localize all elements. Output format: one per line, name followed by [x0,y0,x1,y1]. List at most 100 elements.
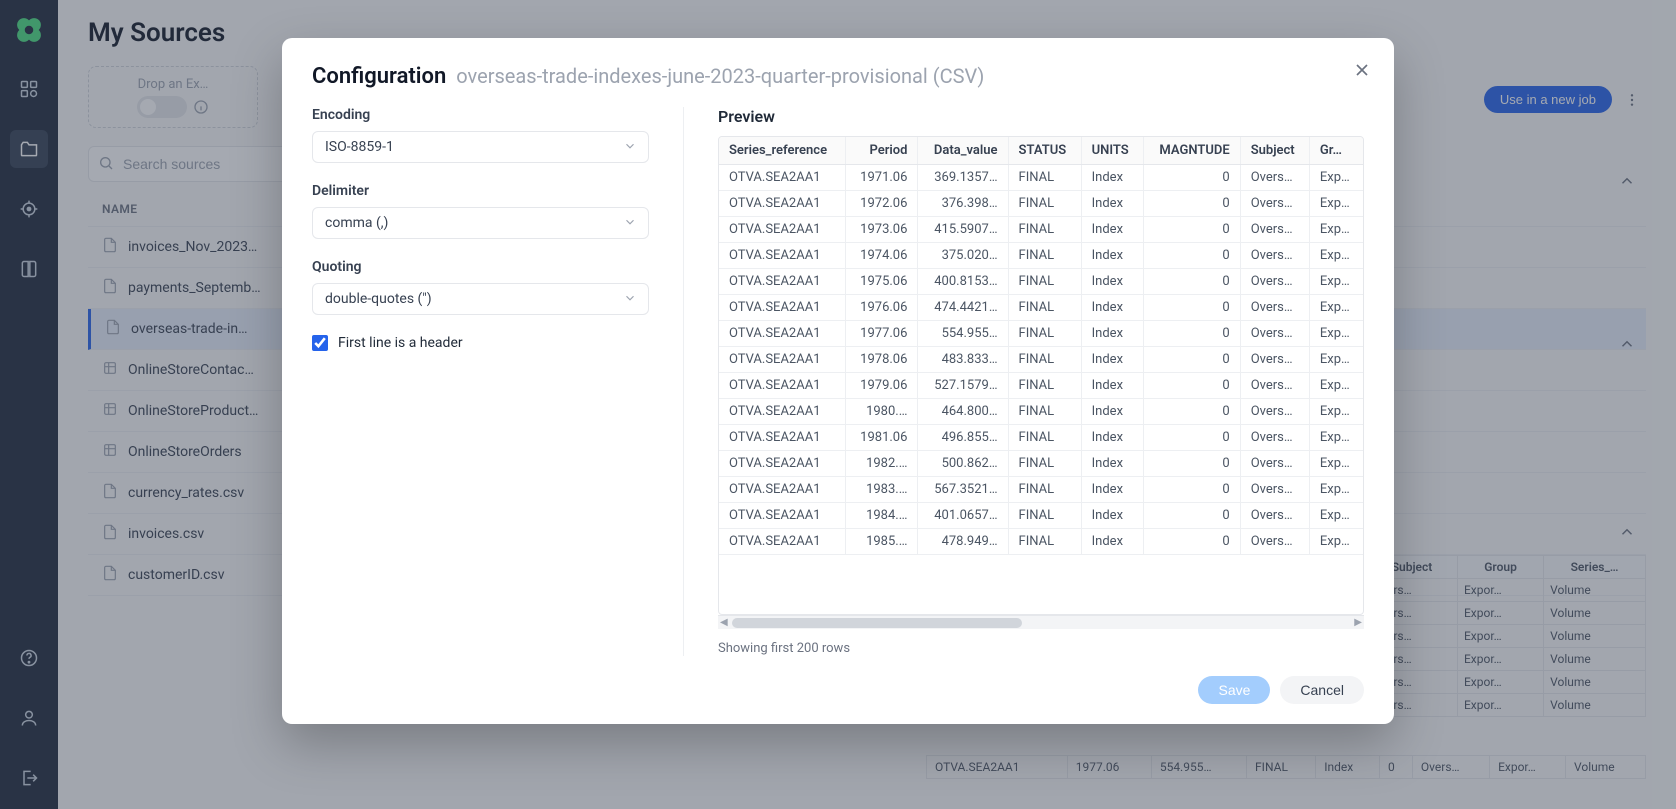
table-cell: 1981.06 [845,425,918,451]
config-form: Encoding ISO-8859-1 Delimiter comma (,) [312,107,684,656]
table-cell: 0 [1143,425,1240,451]
table-cell: 0 [1143,399,1240,425]
table-cell: Index [1081,477,1143,503]
table-cell: Overs… [1240,165,1309,191]
cancel-button[interactable]: Cancel [1280,676,1364,704]
table-cell: Overs… [1240,243,1309,269]
scroll-right-icon[interactable]: ▶ [1354,617,1362,628]
table-row[interactable]: OTVA.SEA2AA11985.…478.949…FINALIndex0Ove… [719,529,1363,555]
table-cell: Index [1081,529,1143,555]
table-cell: 1975.06 [845,269,918,295]
table-cell: OTVA.SEA2AA1 [719,191,845,217]
table-cell: FINAL [1008,503,1081,529]
table-header: Gr… [1309,137,1363,165]
table-cell: OTVA.SEA2AA1 [719,425,845,451]
table-row[interactable]: OTVA.SEA2AA11974.06375.020…FINALIndex0Ov… [719,243,1363,269]
delimiter-value: comma (,) [325,215,388,231]
table-row[interactable]: OTVA.SEA2AA11976.06474.4421…FINALIndex0O… [719,295,1363,321]
table-cell: OTVA.SEA2AA1 [719,217,845,243]
table-cell: FINAL [1008,425,1081,451]
table-cell: 0 [1143,321,1240,347]
table-row[interactable]: OTVA.SEA2AA11972.06376.398…FINALIndex0Ov… [719,191,1363,217]
table-cell: 375.020… [918,243,1008,269]
table-cell: Index [1081,347,1143,373]
table-header: Series_reference [719,137,845,165]
table-cell: 0 [1143,217,1240,243]
table-cell: 1973.06 [845,217,918,243]
table-row[interactable]: OTVA.SEA2AA11971.06369.1357…FINALIndex0O… [719,165,1363,191]
table-row[interactable]: OTVA.SEA2AA11979.06527.1579…FINALIndex0O… [719,373,1363,399]
delimiter-label: Delimiter [312,183,649,199]
scroll-left-icon[interactable]: ◀ [720,617,728,628]
table-cell: 0 [1143,191,1240,217]
table-header: UNITS [1081,137,1143,165]
table-cell: Exp… [1309,503,1363,529]
encoding-label: Encoding [312,107,649,123]
table-row[interactable]: OTVA.SEA2AA11973.06415.5907…FINALIndex0O… [719,217,1363,243]
preview-title: Preview [718,107,1364,126]
chevron-down-icon [623,291,637,309]
table-cell: Overs… [1240,451,1309,477]
table-cell: Index [1081,217,1143,243]
table-header: STATUS [1008,137,1081,165]
table-cell: Overs… [1240,529,1309,555]
table-cell: OTVA.SEA2AA1 [719,269,845,295]
close-icon[interactable] [1352,60,1372,84]
table-row[interactable]: OTVA.SEA2AA11975.06400.8153…FINALIndex0O… [719,269,1363,295]
table-cell: 464.800… [918,399,1008,425]
table-cell: Exp… [1309,373,1363,399]
table-cell: OTVA.SEA2AA1 [719,529,845,555]
preview-table-wrap[interactable]: Series_referencePeriodData_valueSTATUSUN… [718,136,1364,615]
table-cell: Exp… [1309,191,1363,217]
table-header: MAGNTUDE [1143,137,1240,165]
encoding-select[interactable]: ISO-8859-1 [312,131,649,163]
scroll-thumb[interactable] [732,618,1022,628]
table-cell: Index [1081,191,1143,217]
table-cell: Exp… [1309,451,1363,477]
first-line-header-label: First line is a header [338,335,463,351]
table-cell: 376.398… [918,191,1008,217]
modal-overlay: Configuration overseas-trade-indexes-jun… [0,0,1676,809]
table-cell: Index [1081,425,1143,451]
table-cell: FINAL [1008,295,1081,321]
table-cell: OTVA.SEA2AA1 [719,243,845,269]
table-cell: OTVA.SEA2AA1 [719,373,845,399]
table-cell: 415.5907… [918,217,1008,243]
table-cell: Index [1081,295,1143,321]
table-cell: 478.949… [918,529,1008,555]
table-cell: FINAL [1008,243,1081,269]
table-cell: Overs… [1240,217,1309,243]
first-line-header-checkbox[interactable] [312,335,328,351]
table-cell: Overs… [1240,295,1309,321]
table-cell: Exp… [1309,295,1363,321]
table-cell: FINAL [1008,217,1081,243]
table-row[interactable]: OTVA.SEA2AA11982.…500.862…FINALIndex0Ove… [719,451,1363,477]
table-cell: Exp… [1309,477,1363,503]
table-cell: Exp… [1309,243,1363,269]
table-cell: Exp… [1309,347,1363,373]
delimiter-select[interactable]: comma (,) [312,207,649,239]
table-row[interactable]: OTVA.SEA2AA11981.06496.855…FINALIndex0Ov… [719,425,1363,451]
table-row[interactable]: OTVA.SEA2AA11980.…464.800…FINALIndex0Ove… [719,399,1363,425]
table-row[interactable]: OTVA.SEA2AA11977.06554.955…FINALIndex0Ov… [719,321,1363,347]
table-cell: Exp… [1309,529,1363,555]
table-cell: Overs… [1240,425,1309,451]
table-cell: 1978.06 [845,347,918,373]
table-row[interactable]: OTVA.SEA2AA11978.06483.833…FINALIndex0Ov… [719,347,1363,373]
quoting-label: Quoting [312,259,649,275]
table-cell: Overs… [1240,373,1309,399]
table-row[interactable]: OTVA.SEA2AA11983.…567.3521…FINALIndex0Ov… [719,477,1363,503]
save-button[interactable]: Save [1198,676,1270,704]
table-cell: 400.8153… [918,269,1008,295]
table-cell: Index [1081,165,1143,191]
table-cell: OTVA.SEA2AA1 [719,165,845,191]
quoting-select[interactable]: double-quotes (") [312,283,649,315]
table-cell: Overs… [1240,477,1309,503]
table-cell: FINAL [1008,477,1081,503]
table-cell: Overs… [1240,399,1309,425]
table-cell: FINAL [1008,191,1081,217]
table-row[interactable]: OTVA.SEA2AA11984.…401.0657…FINALIndex0Ov… [719,503,1363,529]
table-cell: OTVA.SEA2AA1 [719,399,845,425]
table-cell: 401.0657… [918,503,1008,529]
horizontal-scrollbar[interactable]: ◀ ▶ [718,615,1364,629]
